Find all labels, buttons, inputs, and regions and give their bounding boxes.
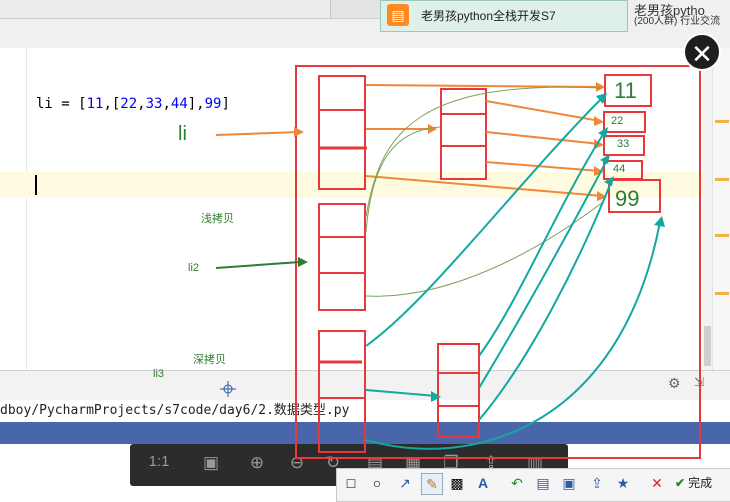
li3-label: li3 xyxy=(153,368,165,380)
li3-list-box xyxy=(318,330,366,453)
crosshair-cursor xyxy=(220,381,236,397)
deep-44-arrow xyxy=(478,179,613,421)
value-99-text: 99 xyxy=(615,186,640,211)
undo-icon[interactable]: ↶ xyxy=(507,473,527,493)
bookmark-icon[interactable]: ★ xyxy=(613,473,633,493)
mosaic-tool-icon[interactable]: ▩ xyxy=(447,473,467,493)
value-33-text: 33 xyxy=(617,138,630,150)
li-pointer-arrow xyxy=(215,131,301,136)
deep-33-arrow xyxy=(478,157,609,389)
li3-to-deep-inner-arrow xyxy=(365,389,437,397)
inner-list-box xyxy=(440,88,487,180)
li2-list-box xyxy=(318,203,366,311)
li2-to-99-curve xyxy=(365,201,604,297)
cancel-icon[interactable]: ✕ xyxy=(647,473,667,493)
deep-copy-label: 深拷贝 xyxy=(193,354,226,366)
deep-inner-list-box xyxy=(437,343,480,438)
shallow-copy-label: 浅拷贝 xyxy=(201,213,234,225)
li-label: li xyxy=(178,123,187,145)
li3-to-99-arrow xyxy=(365,221,661,450)
pin-to-screen-icon[interactable]: ▣ xyxy=(559,473,579,493)
share-icon[interactable]: ⇪ xyxy=(587,473,607,493)
li2-pointer-arrow xyxy=(215,261,301,269)
ellipse-tool-icon[interactable]: ○ xyxy=(367,473,387,493)
li-list-box xyxy=(318,75,366,190)
screenshot-edit-toolbar: □ ○ ↗ ✎ ▩ A ↶ ▤ ▣ ⇪ ★ ✕ ✔ 完成 xyxy=(336,468,730,502)
capture-frame xyxy=(295,65,701,459)
checkmark-icon: ✔ xyxy=(675,476,686,490)
text-tool-icon[interactable]: A xyxy=(473,473,493,493)
value-44-text: 44 xyxy=(613,163,626,175)
rectangle-tool-icon[interactable]: □ xyxy=(341,473,361,493)
done-button[interactable]: ✔ 完成 xyxy=(675,473,712,493)
li2-to-11-curve xyxy=(365,86,601,218)
value-22-text: 22 xyxy=(611,115,624,127)
li2-label: li2 xyxy=(188,262,200,274)
arrow-to-33 xyxy=(485,131,601,145)
annotation-layer xyxy=(215,65,701,459)
value-11-text: 11 xyxy=(614,78,637,103)
pen-tool-icon[interactable]: ✎ xyxy=(421,473,443,495)
save-icon[interactable]: ▤ xyxy=(533,473,553,493)
arrow-tool-icon[interactable]: ↗ xyxy=(395,473,415,493)
close-icon[interactable]: ✕ xyxy=(683,33,721,71)
